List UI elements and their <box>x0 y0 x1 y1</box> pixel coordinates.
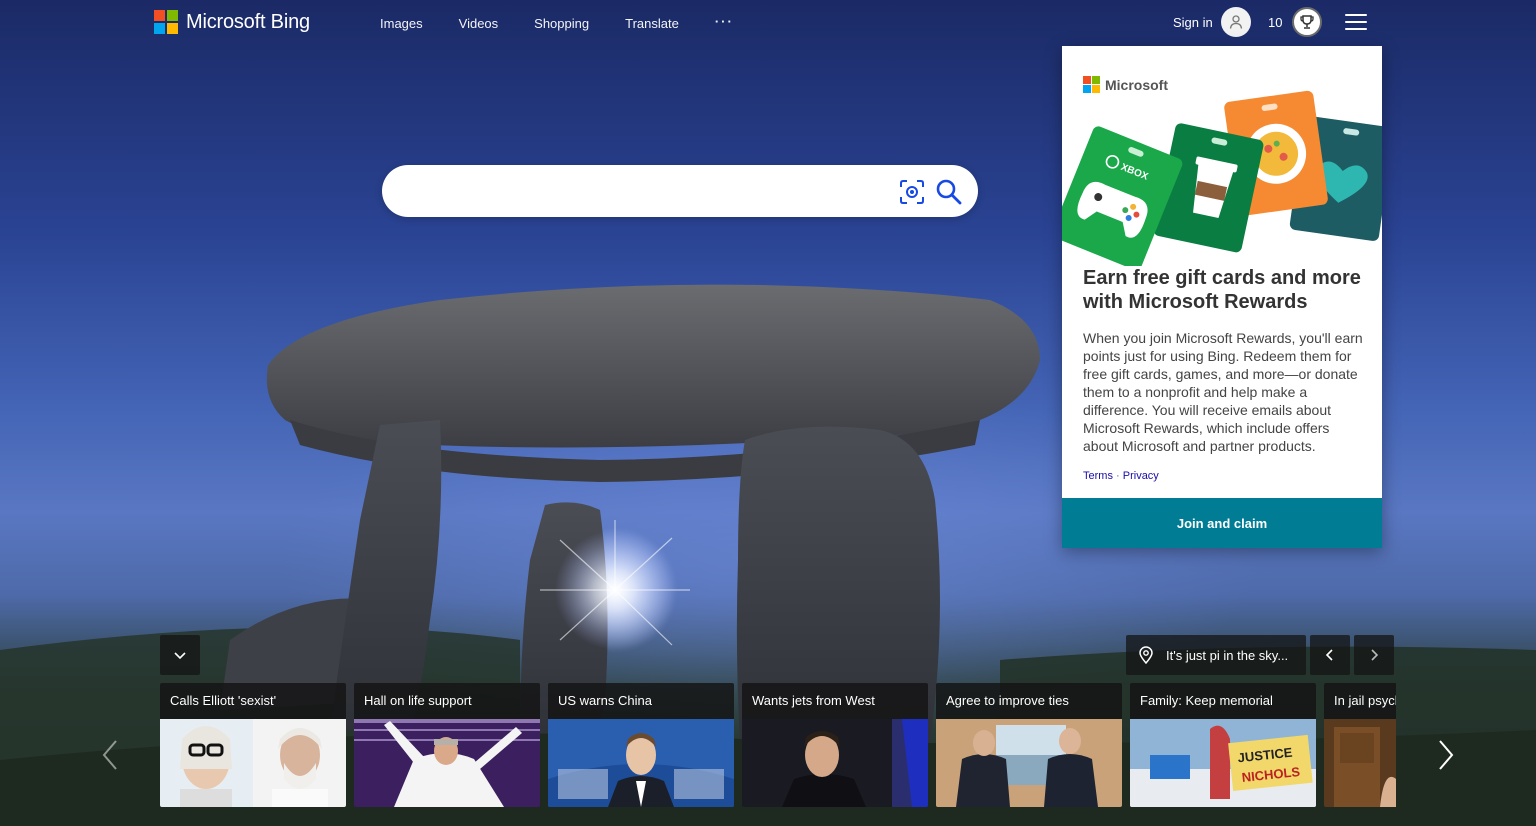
rewards-points: 10 <box>1268 14 1283 30</box>
rewards-brand-text: Microsoft <box>1105 76 1168 93</box>
carousel-next-icon[interactable] <box>1434 738 1458 772</box>
rewards-button[interactable]: 10 <box>1268 7 1323 37</box>
news-thumbnail <box>742 719 928 807</box>
news-thumbnail <box>160 719 346 807</box>
nav-images[interactable]: Images <box>362 14 441 34</box>
search-input[interactable] <box>402 177 892 205</box>
chevron-down-icon <box>174 652 186 660</box>
news-card[interactable]: Family: Keep memorial JUSTICE NICHOLS <box>1130 683 1316 807</box>
privacy-link[interactable]: Privacy <box>1123 470 1159 482</box>
news-card[interactable]: In jail psych <box>1324 683 1396 807</box>
news-caption: Hall on life support <box>354 683 540 719</box>
chevron-left-icon <box>1325 649 1333 661</box>
chevron-right-icon <box>1371 649 1379 661</box>
person-icon <box>1220 7 1251 37</box>
logo-text: Microsoft Bing <box>186 10 310 33</box>
rewards-links: Terms · Privacy <box>1083 470 1159 482</box>
gift-cards-illustration: XBOX <box>1062 90 1382 266</box>
carousel-prev-icon[interactable] <box>98 738 122 772</box>
nav-videos[interactable]: Videos <box>441 14 517 34</box>
news-thumbnail: JUSTICE NICHOLS <box>1130 719 1316 807</box>
join-and-claim-button[interactable]: Join and claim <box>1062 498 1382 548</box>
news-thumbnail <box>1324 719 1396 807</box>
location-pin-icon <box>1139 646 1153 664</box>
nav-shopping[interactable]: Shopping <box>516 14 607 34</box>
links-separator: · <box>1116 470 1120 482</box>
rewards-body: When you join Microsoft Rewards, you'll … <box>1083 330 1363 454</box>
top-nav: Images Videos Shopping Translate ··· <box>362 14 752 34</box>
trophy-icon <box>1292 7 1323 37</box>
news-caption: US warns China <box>548 683 734 719</box>
news-card[interactable]: Hall on life support <box>354 683 540 807</box>
bing-logo[interactable]: Microsoft Bing <box>154 10 310 34</box>
news-caption: Calls Elliott 'sexist' <box>160 683 346 719</box>
news-caption: In jail psych <box>1324 683 1396 719</box>
next-image-button[interactable] <box>1354 635 1394 675</box>
news-thumbnail <box>936 719 1122 807</box>
news-thumbnail <box>354 719 540 807</box>
rewards-flyout: XBOX Microsoft Earn free gift cards and … <box>1062 46 1382 548</box>
nav-more-button[interactable]: ··· <box>697 14 752 34</box>
news-card[interactable]: Calls Elliott 'sexist' <box>160 683 346 807</box>
nav-translate[interactable]: Translate <box>607 14 697 34</box>
sign-in-button[interactable]: Sign in <box>1173 7 1251 37</box>
rewards-brand: Microsoft <box>1083 76 1168 93</box>
news-carousel: Calls Elliott 'sexist' Hall on life supp… <box>160 683 1396 807</box>
microsoft-logo-icon <box>154 10 178 34</box>
previous-image-button[interactable] <box>1310 635 1350 675</box>
news-caption: Agree to improve ties <box>936 683 1122 719</box>
news-caption: Wants jets from West <box>742 683 928 719</box>
news-card[interactable]: Agree to improve ties <box>936 683 1122 807</box>
sign-in-label: Sign in <box>1173 14 1213 30</box>
search-box <box>382 165 978 217</box>
hamburger-icon[interactable] <box>1345 14 1367 30</box>
terms-link[interactable]: Terms <box>1083 470 1113 482</box>
news-card[interactable]: US warns China <box>548 683 734 807</box>
news-thumbnail <box>548 719 734 807</box>
news-card[interactable]: Wants jets from West <box>742 683 928 807</box>
news-caption: Family: Keep memorial <box>1130 683 1316 719</box>
rewards-title: Earn free gift cards and more with Micro… <box>1083 267 1361 313</box>
magnifier-icon[interactable] <box>935 178 963 206</box>
microsoft-logo-icon <box>1083 76 1100 93</box>
image-caption: It's just pi in the sky... <box>1166 647 1289 663</box>
camera-scan-icon[interactable] <box>899 179 925 205</box>
collapse-feed-button[interactable] <box>160 635 200 675</box>
image-info-button[interactable]: It's just pi in the sky... <box>1126 635 1306 675</box>
